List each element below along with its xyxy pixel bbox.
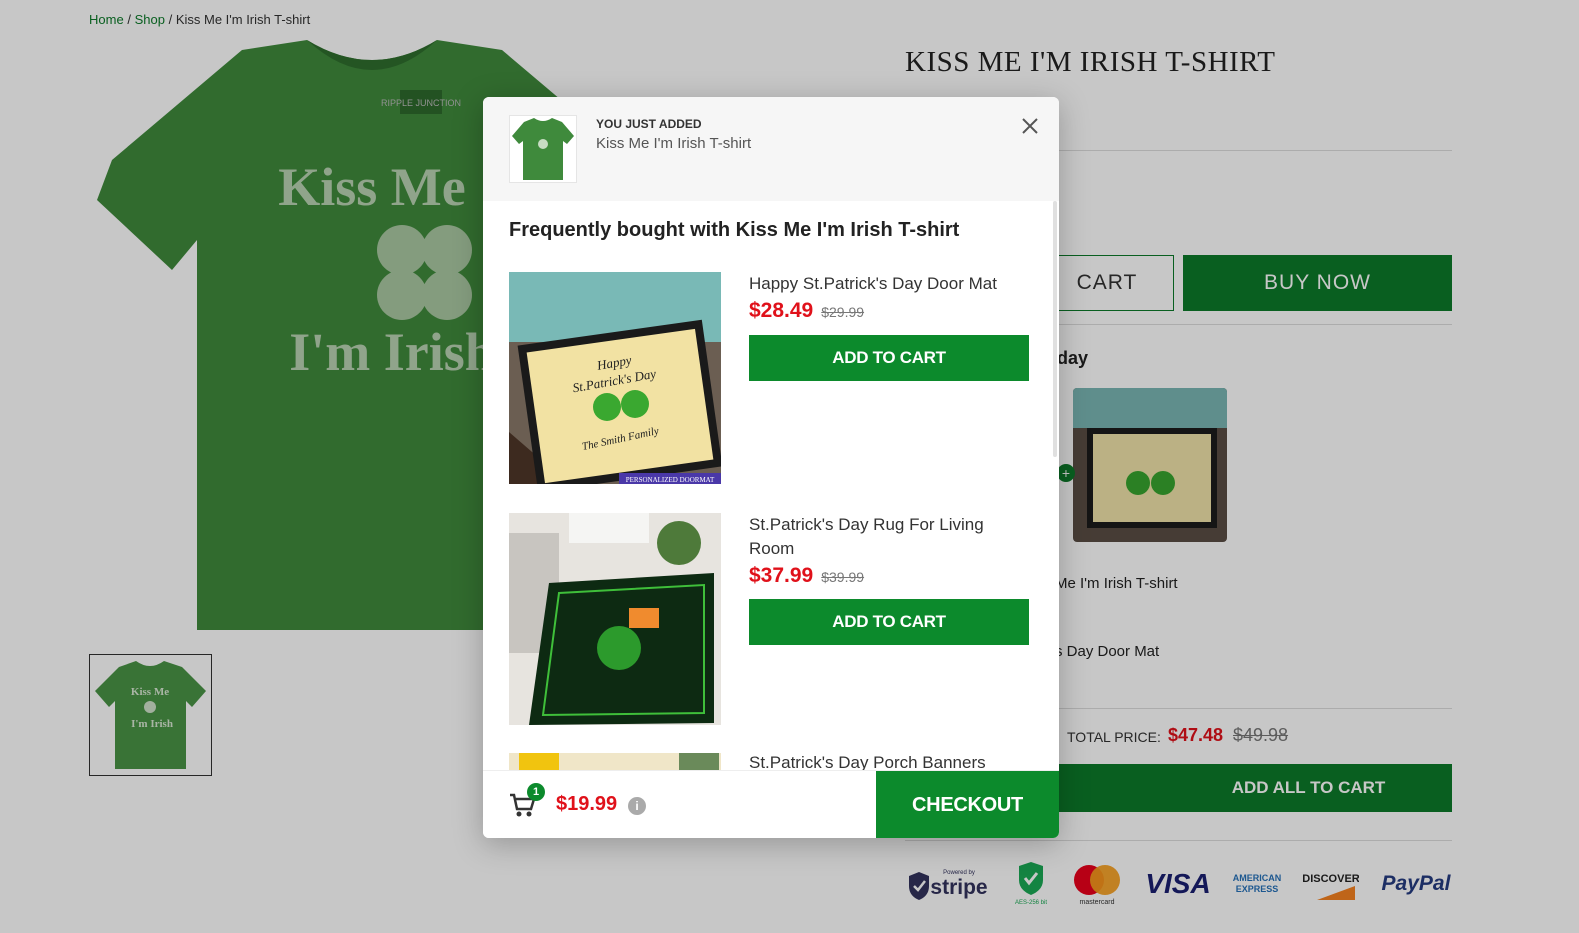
svg-text:PERSONALIZED DOORMAT: PERSONALIZED DOORMAT bbox=[626, 476, 715, 484]
product-page: Home / Shop / Kiss Me I'm Irish T-shirt … bbox=[0, 0, 1579, 933]
added-product-name: Kiss Me I'm Irish T-shirt bbox=[596, 135, 752, 152]
checkout-button[interactable]: CHECKOUT bbox=[876, 771, 1059, 838]
item-price: $28.49 bbox=[749, 299, 814, 322]
item-title[interactable]: Happy St.Patrick's Day Door Mat bbox=[749, 272, 1019, 296]
close-icon[interactable] bbox=[1018, 114, 1042, 138]
info-icon[interactable]: i bbox=[628, 797, 646, 815]
cart-total: $19.99 bbox=[556, 793, 618, 815]
fbt-item-doormat: Happy St.Patrick's Day The Smith Family … bbox=[509, 272, 1029, 484]
item-price: $37.99 bbox=[749, 564, 814, 587]
modal-scrollbar[interactable] bbox=[1053, 201, 1057, 457]
cart-count-badge: 1 bbox=[527, 783, 545, 801]
add-to-cart-button[interactable]: ADD TO CART bbox=[749, 335, 1029, 381]
add-to-cart-button[interactable]: ADD TO CART bbox=[749, 599, 1029, 645]
doormat-image[interactable]: Happy St.Patrick's Day The Smith Family … bbox=[509, 272, 721, 484]
added-to-cart-modal: YOU JUST ADDED Kiss Me I'm Irish T-shirt… bbox=[483, 97, 1059, 838]
item-prices: $28.49 $29.99 bbox=[749, 299, 864, 323]
item-old-price: $39.99 bbox=[821, 569, 865, 585]
item-old-price: $29.99 bbox=[821, 304, 865, 320]
item-title[interactable]: St.Patrick's Day Rug For Living Room bbox=[749, 513, 1019, 561]
rug-image[interactable] bbox=[509, 513, 721, 725]
added-label: YOU JUST ADDED bbox=[596, 117, 702, 131]
modal-footer: 1 $19.99 i CHECKOUT bbox=[483, 770, 1059, 838]
added-product-thumbnail bbox=[509, 115, 577, 183]
modal-header: YOU JUST ADDED Kiss Me I'm Irish T-shirt bbox=[483, 97, 1059, 201]
fbt-title: Frequently bought with Kiss Me I'm Irish… bbox=[509, 219, 960, 241]
item-prices: $37.99 $39.99 bbox=[749, 564, 864, 588]
fbt-item-rug: St.Patrick's Day Rug For Living Room $37… bbox=[509, 513, 1029, 725]
